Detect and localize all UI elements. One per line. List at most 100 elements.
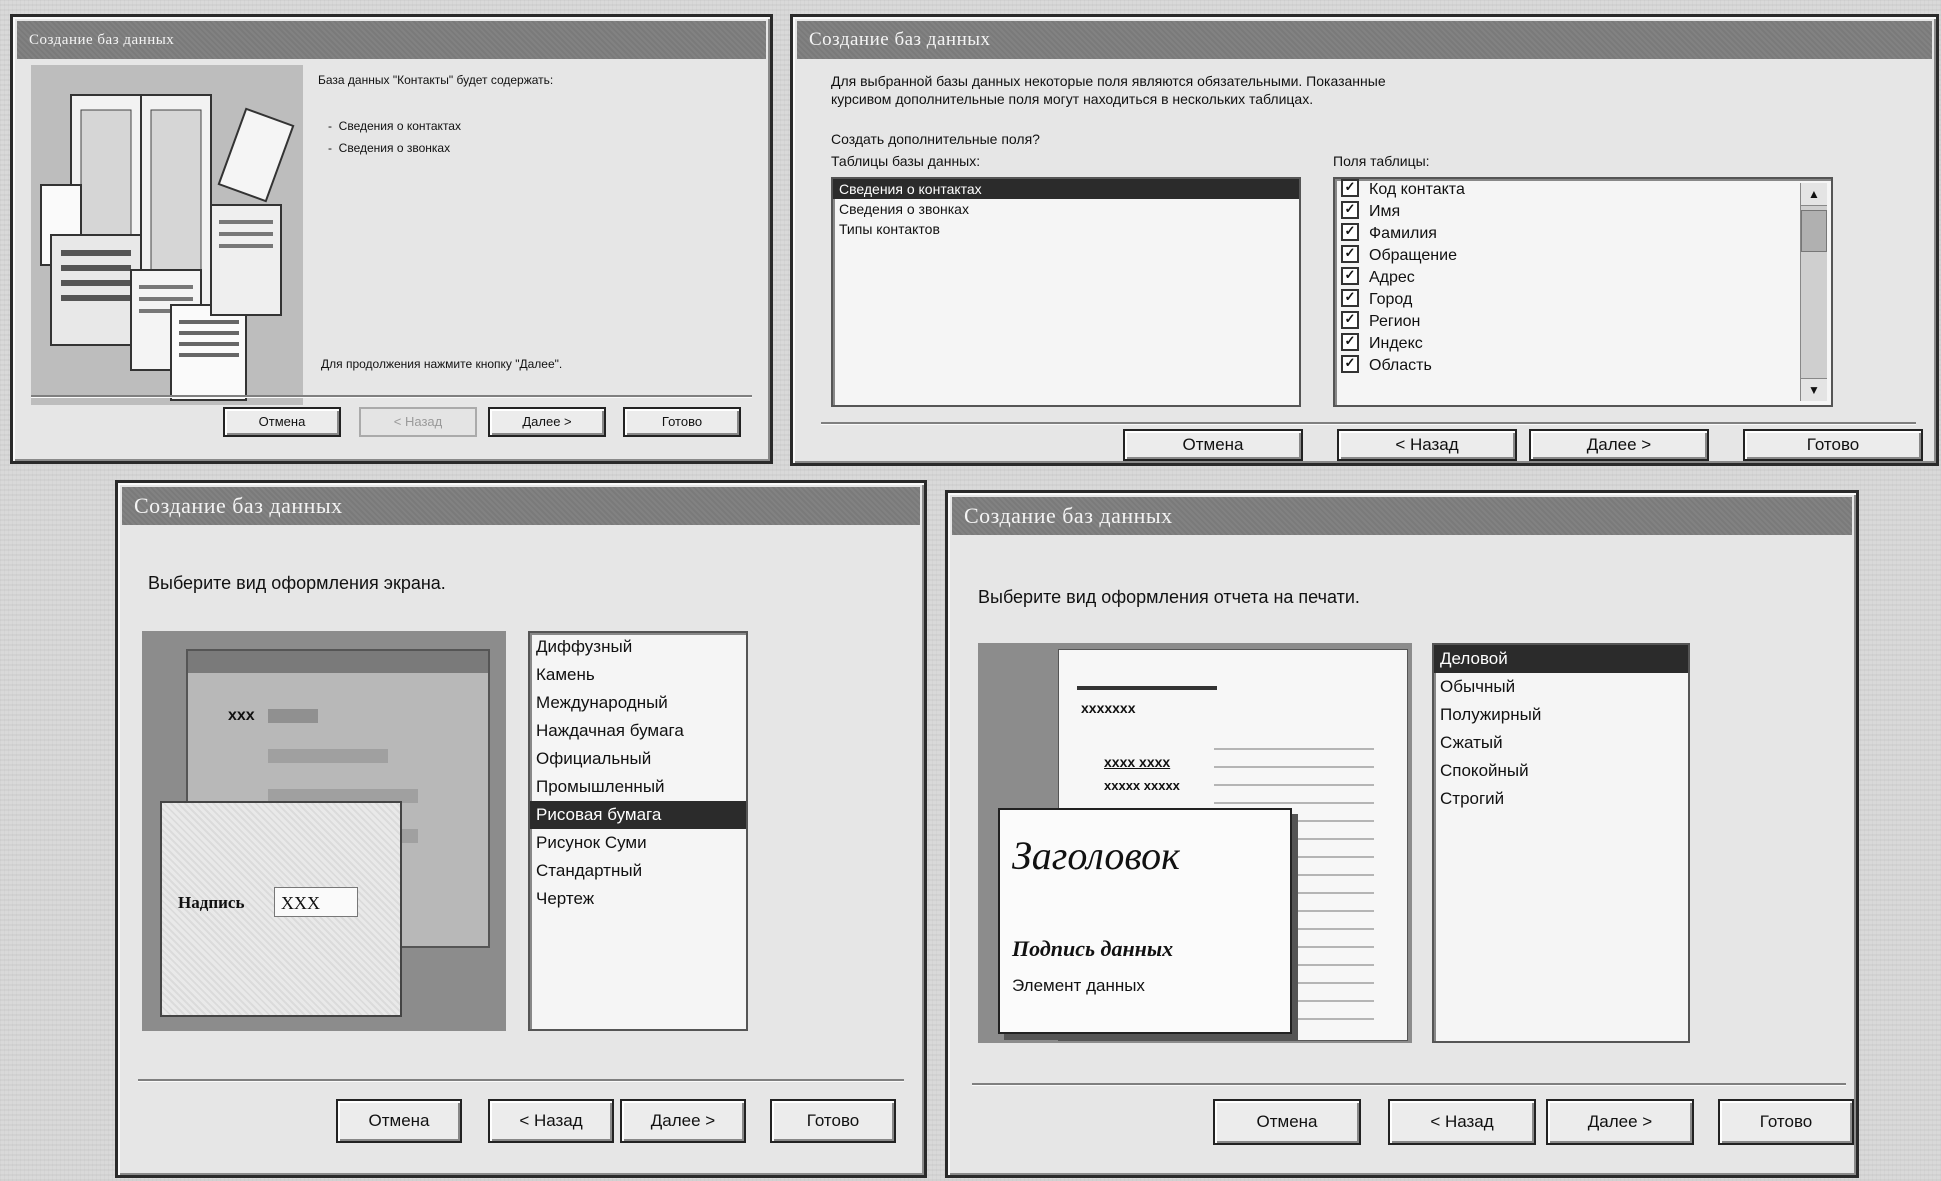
style-item[interactable]: Диффузный	[530, 633, 746, 661]
dialog-title-bar: Создание баз данных	[797, 21, 1932, 59]
field-label: Обращение	[1369, 247, 1457, 264]
continue-note: Для продолжения нажмите кнопку "Далее".	[321, 357, 563, 371]
checkbox-checked-icon[interactable]: ✓	[1341, 288, 1359, 307]
preview-field	[268, 709, 318, 723]
preview-caption: Подпись данных	[1012, 936, 1174, 961]
contents-item-1-label: Сведения о контактах	[338, 119, 461, 133]
checkbox-checked-icon[interactable]: ✓	[1341, 266, 1359, 285]
style-item[interactable]: Наждачная бумага	[530, 717, 746, 745]
fields-label: Поля таблицы:	[1333, 153, 1430, 169]
checkbox-checked-icon[interactable]: ✓	[1341, 310, 1359, 329]
contents-intro: База данных "Контакты" будет содержать:	[318, 73, 554, 87]
screen-styles-list[interactable]: Диффузный Камень Международный Наждачная…	[528, 631, 748, 1031]
style-item[interactable]: Деловой	[1434, 645, 1688, 673]
next-button[interactable]: Далее >	[620, 1099, 746, 1143]
finish-button[interactable]: Готово	[770, 1099, 896, 1143]
style-item[interactable]: Чертеж	[530, 885, 746, 913]
table-item[interactable]: Типы контактов	[833, 219, 1299, 239]
preview-heading: Заголовок	[1012, 833, 1180, 878]
button-separator	[972, 1083, 1846, 1086]
button-separator	[138, 1079, 904, 1082]
finish-button[interactable]: Готово	[623, 407, 741, 437]
field-row[interactable]: ✓ Код контакта	[1335, 178, 1831, 201]
style-item[interactable]: Рисовая бумага	[530, 801, 746, 829]
checkbox-checked-icon[interactable]: ✓	[1341, 222, 1359, 241]
button-separator	[31, 395, 752, 398]
scroll-thumb[interactable]	[1801, 210, 1827, 252]
field-row[interactable]: ✓ Область	[1335, 354, 1831, 377]
report-style-prompt: Выберите вид оформления отчета на печати…	[978, 587, 1360, 607]
field-label: Фамилия	[1369, 225, 1437, 242]
report-styles-list[interactable]: Деловой Обычный Полужирный Сжатый Спокой…	[1432, 643, 1690, 1043]
contents-item-2: - Сведения о звонках	[328, 141, 450, 155]
style-item[interactable]: Рисунок Суми	[530, 829, 746, 857]
field-label: Код контакта	[1369, 181, 1465, 198]
style-item[interactable]: Камень	[530, 661, 746, 689]
field-label: Регион	[1369, 313, 1421, 330]
screen-style-preview: xxx Надпись XXX	[142, 631, 506, 1031]
field-label: Город	[1369, 291, 1413, 308]
preview-element: Элемент данных	[1012, 976, 1145, 995]
field-label: Имя	[1369, 203, 1401, 220]
field-row[interactable]: ✓ Индекс	[1335, 332, 1831, 355]
next-button[interactable]: Далее >	[1529, 429, 1709, 461]
tables-label: Таблицы базы данных:	[831, 153, 981, 169]
contents-item-2-label: Сведения о звонках	[338, 141, 451, 155]
dialog-table-fields: Создание баз данных Для выбранной базы д…	[790, 14, 1939, 466]
cancel-button[interactable]: Отмена	[1213, 1099, 1361, 1145]
field-row[interactable]: ✓ Адрес	[1335, 266, 1831, 289]
style-item[interactable]: Спокойный	[1434, 757, 1688, 785]
preview-report-x3: xxxxx xxxxx	[1104, 778, 1180, 793]
style-item[interactable]: Строгий	[1434, 785, 1688, 813]
preview-report-card: Заголовок Подпись данных Элемент данных	[998, 808, 1292, 1034]
field-label: Адрес	[1369, 269, 1415, 286]
checkbox-checked-icon[interactable]: ✓	[1341, 178, 1359, 197]
checkbox-checked-icon[interactable]: ✓	[1341, 244, 1359, 263]
fields-description-line2: курсивом дополнительные поля могут наход…	[831, 91, 1314, 107]
next-button[interactable]: Далее >	[1546, 1099, 1694, 1145]
style-item[interactable]: Официальный	[530, 745, 746, 773]
style-item[interactable]: Стандартный	[530, 857, 746, 885]
database-illustration	[31, 65, 303, 405]
dialog-screen-style: Создание баз данных Выберите вид оформле…	[115, 480, 927, 1178]
bullet: -	[328, 119, 339, 133]
scroll-down-icon[interactable]: ▼	[1801, 378, 1827, 401]
preview-field	[268, 749, 388, 763]
style-item[interactable]: Обычный	[1434, 673, 1688, 701]
dialog-title-bar: Создание баз данных	[952, 497, 1852, 535]
field-row[interactable]: ✓ Город	[1335, 288, 1831, 311]
checkbox-checked-icon[interactable]: ✓	[1341, 200, 1359, 219]
dialog-report-style: Создание баз данных Выберите вид оформле…	[945, 490, 1859, 1178]
field-row[interactable]: ✓ Обращение	[1335, 244, 1831, 267]
tables-list[interactable]: Сведения о контактах Сведения о звонках …	[831, 177, 1301, 407]
checkbox-checked-icon[interactable]: ✓	[1341, 354, 1359, 373]
table-fields-list[interactable]: ✓ Код контакта ✓ Имя ✓ Фамилия ✓ Обращение ✓…	[1333, 177, 1833, 407]
style-item[interactable]: Сжатый	[1434, 729, 1688, 757]
preview-caption-label: Надпись	[178, 893, 245, 912]
field-row[interactable]: ✓ Фамилия	[1335, 222, 1831, 245]
field-row[interactable]: ✓ Регион	[1335, 310, 1831, 333]
cancel-button[interactable]: Отмена	[1123, 429, 1303, 461]
fields-scrollbar[interactable]: ▲ ▼	[1800, 183, 1827, 401]
table-item[interactable]: Сведения о звонках	[833, 199, 1299, 219]
style-item[interactable]: Международный	[530, 689, 746, 717]
finish-button[interactable]: Готово	[1718, 1099, 1854, 1145]
preview-report-x1: xxxxxxx	[1081, 700, 1136, 716]
back-button[interactable]: < Назад	[1337, 429, 1517, 461]
back-button[interactable]: < Назад	[359, 407, 477, 437]
finish-button[interactable]: Готово	[1743, 429, 1923, 461]
preview-caption-value: XXX	[274, 887, 358, 917]
style-item[interactable]: Полужирный	[1434, 701, 1688, 729]
cancel-button[interactable]: Отмена	[336, 1099, 462, 1143]
scroll-up-icon[interactable]: ▲	[1801, 183, 1827, 206]
field-row[interactable]: ✓ Имя	[1335, 200, 1831, 223]
checkbox-checked-icon[interactable]: ✓	[1341, 332, 1359, 351]
next-button[interactable]: Далее >	[488, 407, 606, 437]
back-button[interactable]: < Назад	[1388, 1099, 1536, 1145]
style-item[interactable]: Промышленный	[530, 773, 746, 801]
fields-description-line1: Для выбранной базы данных некоторые поля…	[831, 73, 1386, 89]
back-button[interactable]: < Назад	[488, 1099, 614, 1143]
field-label: Область	[1369, 357, 1432, 374]
cancel-button[interactable]: Отмена	[223, 407, 341, 437]
table-item[interactable]: Сведения о контактах	[833, 179, 1299, 199]
